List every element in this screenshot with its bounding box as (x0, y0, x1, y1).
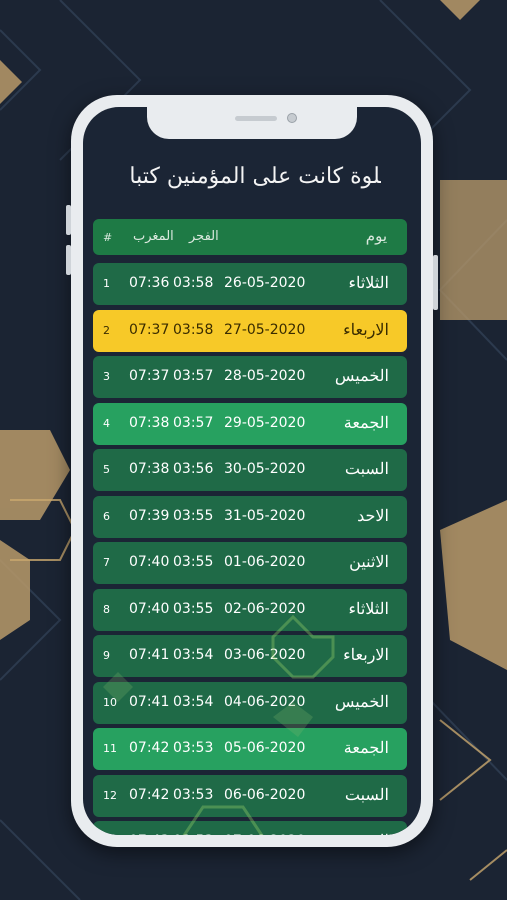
maghrib-time: 07:42 (129, 740, 170, 756)
app-screen: إن الصلوة كانت على المؤمنين كتبا موقوتا … (83, 107, 421, 835)
maghrib-time: 07:36 (129, 275, 170, 291)
fajr-time: 03:53 (173, 786, 214, 803)
day-name: الثلاثاء (348, 273, 389, 292)
table-row[interactable]: 2 07:37 03:58 27-05-2020 الاربعاء (93, 309, 407, 352)
notch (147, 107, 357, 139)
header-index: # (103, 231, 113, 244)
row-date: 04-06-2020 (224, 693, 306, 710)
phone-frame: إن الصلوة كانت على المؤمنين كتبا موقوتا … (66, 95, 438, 847)
fajr-time: 03:54 (173, 647, 214, 663)
row-index: 8 (103, 602, 110, 616)
maghrib-time: 07:40 (129, 600, 170, 617)
power-button (433, 255, 438, 310)
row-date: 03-06-2020 (224, 647, 306, 663)
day-name: الاربعاء (343, 645, 389, 664)
table-row[interactable]: 1 07:36 03:58 26-05-2020 الثلاثاء (93, 263, 407, 305)
fajr-time: 03:55 (173, 507, 214, 524)
table-row[interactable]: 12 07:42 03:53 06-06-2020 السبت (93, 774, 407, 817)
fajr-time: 03:57 (173, 414, 214, 431)
quran-verse-calligraphy: إن الصلوة كانت على المؤمنين كتبا موقوتا (125, 163, 381, 189)
day-name: الخميس (334, 366, 389, 385)
day-name: الاثنين (349, 552, 389, 571)
row-index: 10 (103, 695, 117, 709)
maghrib-time: 07:40 (129, 554, 170, 570)
day-name: الاحد (357, 505, 389, 525)
table-row[interactable]: 10 07:41 03:54 04-06-2020 الخميس (93, 681, 407, 724)
fajr-time: 03:54 (173, 693, 214, 710)
table-row[interactable]: 4 07:38 03:57 29-05-2020 الجمعة (93, 402, 407, 445)
day-name: السبت (344, 459, 389, 478)
row-date: 26-05-2020 (224, 275, 306, 291)
fajr-time: 03:53 (173, 740, 214, 756)
table-row[interactable]: 11 07:42 03:53 05-06-2020 الجمعة (93, 728, 407, 770)
row-date: 05-06-2020 (224, 740, 306, 756)
table-row[interactable]: 3 07:37 03:57 28-05-2020 الخميس (93, 356, 407, 398)
day-name: الجمعة (343, 412, 389, 432)
table-row[interactable]: 6 07:39 03:55 31-05-2020 الاحد (93, 495, 407, 538)
fajr-time: 03:53 (173, 833, 213, 835)
day-name: الخميس (334, 691, 389, 711)
front-camera (287, 113, 297, 123)
table-row[interactable]: 9 07:41 03:54 03-06-2020 الاربعاء (93, 635, 407, 677)
fajr-time: 03:55 (173, 600, 214, 617)
row-date: 01-06-2020 (224, 554, 306, 570)
row-index: 4 (103, 416, 110, 430)
speaker-grille (235, 116, 277, 121)
table-row[interactable]: 1307:4303:5307-06-2020الاحد (93, 821, 407, 835)
table-row[interactable]: 5 07:38 03:56 30-05-2020 السبت (93, 449, 407, 491)
header-maghrib: المغرب (133, 229, 174, 244)
maghrib-time: 07:38 (129, 414, 170, 431)
row-index: 5 (103, 463, 110, 476)
maghrib-time: 07:41 (129, 647, 170, 663)
row-index: 2 (103, 323, 110, 337)
volume-up-button (66, 205, 71, 235)
maghrib-time: 07:39 (129, 507, 170, 524)
row-index: 9 (103, 649, 110, 662)
maghrib-time: 07:38 (129, 461, 170, 477)
row-date: 28-05-2020 (224, 368, 306, 384)
row-date: 27-05-2020 (224, 321, 306, 338)
day-name: الثلاثاء (348, 598, 389, 618)
row-date: 31-05-2020 (224, 507, 306, 524)
day-name: الجمعة (343, 738, 389, 757)
header-fajr: الفجر (189, 229, 219, 244)
table-row[interactable]: 8 07:40 03:55 02-06-2020 الثلاثاء (93, 588, 407, 631)
fajr-time: 03:56 (173, 461, 214, 477)
day-name: الاربعاء (343, 319, 389, 339)
row-index: 7 (103, 556, 110, 569)
volume-down-button (66, 245, 71, 275)
maghrib-time: 07:43 (129, 833, 169, 835)
row-date: 07-06-2020 (224, 833, 305, 835)
table-row[interactable]: 7 07:40 03:55 01-06-2020 الاثنين (93, 542, 407, 584)
maghrib-time: 07:37 (129, 321, 170, 338)
row-index: 6 (103, 509, 110, 523)
maghrib-time: 07:37 (129, 368, 170, 384)
day-name: السبت (344, 784, 389, 804)
header-day: يوم (365, 227, 387, 245)
table-header: # المغرب الفجر يوم (93, 219, 407, 255)
row-date: 29-05-2020 (224, 414, 306, 431)
row-index: 11 (103, 742, 117, 755)
maghrib-time: 07:41 (129, 693, 170, 710)
fajr-time: 03:58 (173, 275, 214, 291)
fajr-time: 03:58 (173, 321, 214, 338)
maghrib-time: 07:42 (129, 786, 170, 803)
row-index: 1 (103, 277, 110, 290)
row-date: 30-05-2020 (224, 461, 306, 477)
fajr-time: 03:55 (173, 554, 214, 570)
row-date: 06-06-2020 (224, 786, 306, 803)
row-index: 3 (103, 370, 110, 383)
row-date: 02-06-2020 (224, 600, 306, 617)
row-index: 12 (103, 788, 117, 802)
fajr-time: 03:57 (173, 368, 214, 384)
day-name: الاحد (357, 831, 389, 835)
